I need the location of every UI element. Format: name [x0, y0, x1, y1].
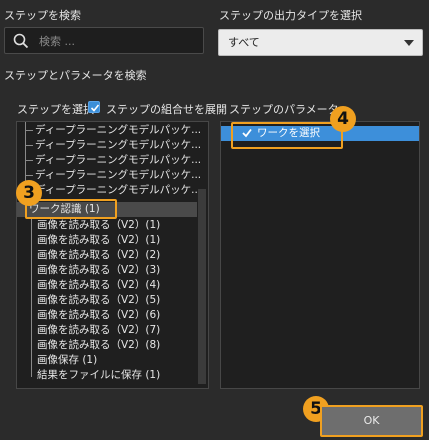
tree-connector	[25, 160, 33, 161]
output-type-value: すべて	[228, 36, 260, 49]
tree-item[interactable]: ディープラーニングモデルパッケ...	[35, 123, 201, 138]
tree-item[interactable]: 画像を読み取る（V2）(6)	[37, 308, 160, 323]
tree-item[interactable]: 画像保存 (1)	[37, 353, 97, 368]
step-select-label: ステップを選択	[17, 103, 94, 116]
tree-item[interactable]: 画像を読み取る（V2）(1)	[37, 233, 160, 248]
tree-item[interactable]: ディープラーニングモデルパッケ...	[35, 138, 201, 153]
tree-item[interactable]: 結果をファイルに保存 (1)	[37, 368, 160, 383]
tree-item[interactable]: 画像を読み取る（V2）(8)	[37, 338, 160, 353]
tree-connector	[31, 217, 32, 377]
tree-item[interactable]: ディープラーニングモデルパッケ...	[35, 153, 201, 168]
step-badge-3: 3	[16, 180, 42, 206]
step-badge-4: 4	[330, 106, 356, 132]
tree-item[interactable]: ディープラーニングモデルパッケ...	[35, 183, 201, 198]
param-panel-label: ステップのパラメータ	[229, 103, 339, 116]
search-icon	[13, 33, 29, 49]
highlight-box-select-work	[231, 122, 343, 149]
expand-combination-checkbox[interactable]	[88, 101, 100, 113]
tree-connector	[25, 130, 33, 131]
check-icon	[90, 104, 100, 112]
ok-button[interactable]: OK	[320, 405, 423, 437]
tree-item[interactable]: 画像を読み取る（V2）(3)	[37, 263, 160, 278]
chevron-down-icon	[404, 40, 414, 46]
search-label: ステップを検索	[4, 9, 81, 22]
output-type-select[interactable]: すべて	[218, 29, 423, 56]
search-input[interactable]	[39, 32, 189, 50]
step-tree[interactable]: ディープラーニングモデルパッケ... ディープラーニングモデルパッケ... ディ…	[16, 121, 209, 389]
tree-item[interactable]: 画像を読み取る（V2）(2)	[37, 248, 160, 263]
output-type-label: ステップの出力タイプを選択	[219, 9, 362, 22]
highlight-box-work-recognition	[25, 199, 117, 219]
step-param-search-label: ステップとパラメータを検索	[4, 69, 147, 82]
tree-item[interactable]: 画像を読み取る（V2）(1)	[37, 218, 160, 233]
tree-item[interactable]: ディープラーニングモデルパッケ...	[35, 168, 201, 183]
tree-item[interactable]: 画像を読み取る（V2）(5)	[37, 293, 160, 308]
tree-item[interactable]: 画像を読み取る（V2）(4)	[37, 278, 160, 293]
param-panel[interactable]: ワークを選択	[220, 121, 420, 389]
tree-connector	[25, 145, 33, 146]
tree-scrollbar[interactable]	[198, 189, 206, 384]
search-box[interactable]	[4, 27, 204, 54]
tree-item[interactable]: 画像を読み取る（V2）(7)	[37, 323, 160, 338]
expand-combination-label: ステップの組合せを展開	[106, 103, 227, 116]
tree-connector	[25, 175, 33, 176]
